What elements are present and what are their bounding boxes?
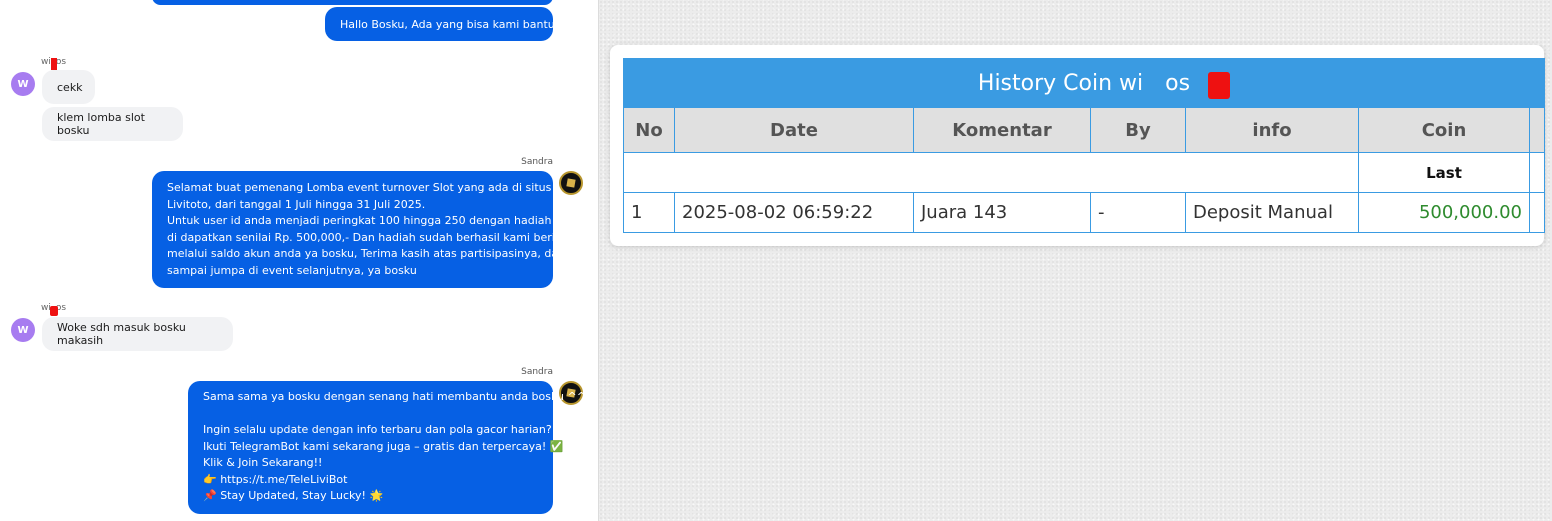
user-message-thanks: Woke sdh masuk bosku makasih bbox=[42, 317, 233, 351]
pin-icon: 📌 bbox=[203, 489, 217, 502]
message-text: Hallo Bosku, Ada yang bisa kami bantu? bbox=[340, 18, 561, 31]
message-line: di dapatkan senilai Rp. 500,000,- Dan ha… bbox=[167, 230, 575, 244]
chat-panel: Hallo Bosku, Ada yang bisa kami bantu? w… bbox=[0, 0, 598, 521]
star-icon: 🌟 bbox=[369, 489, 384, 502]
cell-no: 1 bbox=[623, 192, 675, 233]
message-line: Ingin selalu update dengan info terbaru … bbox=[203, 423, 552, 436]
agent-sender-name: Sandra bbox=[521, 367, 553, 377]
message-line: Selamat buat pemenang Lomba event turnov… bbox=[167, 181, 552, 194]
last-label: Last bbox=[1358, 152, 1530, 193]
message-line: sampai jumpa di event selanjutnya, ya bo… bbox=[167, 263, 417, 277]
user-message-cekk: cekk bbox=[42, 70, 95, 104]
check-icon: ✅ bbox=[549, 439, 564, 453]
message-line: Sama sama ya bosku dengan senang hati me… bbox=[203, 390, 586, 403]
cell-komentar: Juara 143 bbox=[913, 192, 1091, 233]
agent-sender-name: Sandra bbox=[521, 157, 553, 167]
user-avatar: W bbox=[11, 318, 35, 342]
cell-date: 2025-08-02 06:59:22 bbox=[674, 192, 914, 233]
redaction-mark bbox=[51, 58, 57, 70]
column-header-info: info bbox=[1185, 107, 1359, 153]
redaction-mark bbox=[50, 306, 58, 316]
agent-message-telegram: Sama sama ya bosku dengan senang hati me… bbox=[188, 381, 586, 514]
table-title: History Coin wi os bbox=[623, 58, 1545, 108]
message-line: Untuk user id anda menjadi peringkat 100… bbox=[167, 214, 583, 227]
message-line: 📌 Stay Updated, Stay Lucky! 🌟 bbox=[203, 489, 384, 502]
coin-history-table: History Coin wi os No Date Komentar By in… bbox=[623, 58, 1545, 233]
message-line: Ikuti TelegramBot kami sekarang juga – g… bbox=[203, 439, 564, 453]
last-row: Last bbox=[623, 152, 1545, 193]
pointing-hand-icon: 👉 bbox=[203, 472, 217, 486]
cell-by: - bbox=[1090, 192, 1186, 233]
column-header-date: Date bbox=[674, 107, 914, 153]
column-header-no: No bbox=[623, 107, 675, 153]
message-line: Klik & Join Sekarang!! bbox=[203, 456, 323, 469]
agent-message-winner: Selamat buat pemenang Lomba event turnov… bbox=[152, 171, 583, 288]
agent-avatar bbox=[559, 171, 583, 195]
telegram-link[interactable]: https://t.me/TeleLiviBot bbox=[220, 473, 347, 486]
cell-info: Deposit Manual bbox=[1185, 192, 1359, 233]
table-row: 1 2025-08-02 06:59:22 Juara 143 - Deposi… bbox=[623, 192, 1545, 233]
column-header-by: By bbox=[1090, 107, 1186, 153]
redaction-mark bbox=[1208, 72, 1230, 99]
cell-coin: 500,000.00 bbox=[1358, 192, 1530, 233]
user-message-klem: klem lomba slot bosku bbox=[42, 107, 183, 141]
message-line: 👉 https://t.me/TeleLiviBot bbox=[203, 472, 538, 489]
message-line: melalui saldo akun anda ya bosku, Terima… bbox=[167, 247, 566, 260]
agent-message-greeting: Hallo Bosku, Ada yang bisa kami bantu? bbox=[325, 7, 561, 41]
table-header-row: No Date Komentar By info Coin bbox=[623, 107, 1545, 153]
chat-bubble-partial bbox=[152, 0, 553, 5]
column-header-komentar: Komentar bbox=[913, 107, 1091, 153]
message-line: Livitoto, dari tanggal 1 Juli hingga 31 … bbox=[167, 197, 426, 211]
column-header-coin: Coin bbox=[1358, 107, 1530, 153]
user-avatar: W bbox=[11, 72, 35, 96]
